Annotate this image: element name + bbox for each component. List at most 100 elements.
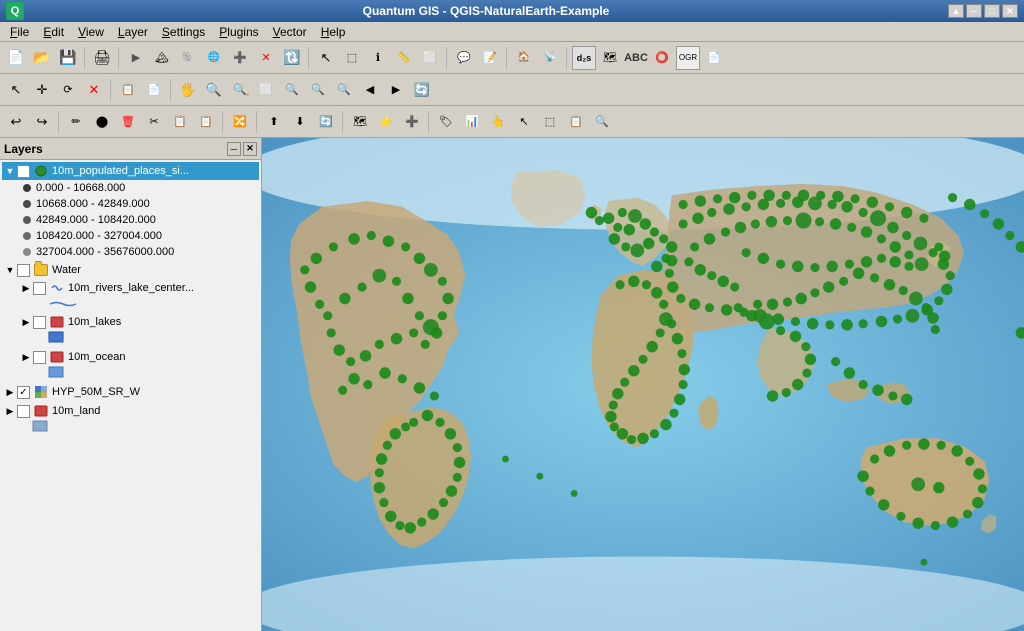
checkbox-lakes[interactable]	[33, 316, 46, 329]
maximize-button[interactable]: □	[984, 4, 1000, 18]
annotation-button[interactable]: 📝	[478, 46, 502, 70]
menu-plugins[interactable]: Plugins	[213, 23, 264, 41]
layer-item-ocean[interactable]: ▶ 10m_ocean	[18, 348, 259, 366]
menu-vector[interactable]: Vector	[267, 23, 313, 41]
layer-item-water[interactable]: ▼ Water	[2, 261, 259, 279]
add-bookmark-button[interactable]: ➕	[400, 110, 424, 134]
window-controls[interactable]: ▲ ─ □ ✕	[948, 4, 1018, 18]
layer-item-populated-places[interactable]: ▼ ✓ 10m_populated_places_si...	[2, 162, 259, 180]
osm-button[interactable]: 🏠	[512, 46, 536, 70]
ogr-button[interactable]: OGR	[676, 46, 700, 70]
expand-icon-land[interactable]: ▶	[4, 405, 16, 417]
delete-selected[interactable]: 🗑	[116, 110, 140, 134]
checkbox-water[interactable]	[17, 264, 30, 277]
redo-button[interactable]: ↪	[30, 110, 54, 134]
zoom-box-tool[interactable]: ⬜	[254, 78, 278, 102]
close-button[interactable]: ✕	[1002, 4, 1018, 18]
layers-minimize-button[interactable]: ─	[227, 142, 241, 156]
measure-button[interactable]: 📏	[392, 46, 416, 70]
atlas-button[interactable]: 🗺	[348, 110, 372, 134]
distance-button[interactable]: d₂s	[572, 46, 596, 70]
refresh-button[interactable]: 🔃	[280, 46, 304, 70]
add-ring[interactable]: ⬆	[262, 110, 286, 134]
expand-icon-water[interactable]: ▼	[4, 264, 16, 276]
menu-layer[interactable]: Layer	[112, 23, 154, 41]
gps-button[interactable]: 📡	[538, 46, 562, 70]
snap-button[interactable]: 🔀	[228, 110, 252, 134]
new-project-button[interactable]: 📄	[4, 46, 28, 70]
remove-layer-button[interactable]: ✕	[254, 46, 278, 70]
checkbox-land[interactable]	[17, 405, 30, 418]
query-button[interactable]: 🔍	[590, 110, 614, 134]
dxf-button[interactable]: 📄	[702, 46, 726, 70]
diagram-button[interactable]: ⭕	[650, 46, 674, 70]
arrow-tool[interactable]: ↖	[4, 78, 28, 102]
layer-item-hyp[interactable]: ▶ ✓ HYP_50M_SR_W	[2, 383, 259, 401]
open-table[interactable]: 📋	[564, 110, 588, 134]
identify-button[interactable]: ℹ	[366, 46, 390, 70]
layer-item-lakes[interactable]: ▶ 10m_lakes	[18, 313, 259, 331]
select-button[interactable]: ↖	[314, 46, 338, 70]
expand-icon-rivers[interactable]: ▶	[20, 282, 32, 294]
save-project-button[interactable]: 💾	[56, 46, 80, 70]
menu-edit[interactable]: Edit	[37, 23, 70, 41]
reshape[interactable]: 🔄	[314, 110, 338, 134]
open-project-button[interactable]: 📂	[30, 46, 54, 70]
zoom-out-tool[interactable]: 🔍-	[228, 78, 252, 102]
add-postgis-button[interactable]: 🐘	[176, 46, 200, 70]
zoom-full-tool[interactable]: 🔍	[332, 78, 356, 102]
print-button[interactable]: 🖨	[90, 46, 114, 70]
select-features[interactable]: ↖	[512, 110, 536, 134]
layer-item-land[interactable]: ▶ 10m_land	[2, 402, 259, 420]
measure-area-button[interactable]: ⬜	[418, 46, 442, 70]
layer-item-rivers[interactable]: ▶ 10m_rivers_lake_center...	[18, 279, 259, 297]
hand-tool[interactable]: 🖐	[176, 78, 200, 102]
copy-tool[interactable]: 📋	[116, 78, 140, 102]
checkbox-rivers[interactable]	[33, 282, 46, 295]
delete-ring[interactable]: ⬇	[288, 110, 312, 134]
copy-features[interactable]: 📋	[168, 110, 192, 134]
pan-tool[interactable]: ✛	[30, 78, 54, 102]
add-raster-button[interactable]: 🏔	[150, 46, 174, 70]
zoom-in-tool[interactable]: 🔍	[202, 78, 226, 102]
map-tips-button[interactable]: 💬	[452, 46, 476, 70]
checkbox-ocean[interactable]	[33, 351, 46, 364]
layers-close-button[interactable]: ✕	[243, 142, 257, 156]
label-button[interactable]: ABC	[624, 46, 648, 70]
zoom-layer-tool[interactable]: 🔍	[306, 78, 330, 102]
add-vector-button[interactable]: ▶	[124, 46, 148, 70]
deselect-button[interactable]: ⬚	[340, 46, 364, 70]
pan-fwd-tool[interactable]: ▶	[384, 78, 408, 102]
expand-icon-hyp[interactable]: ▶	[4, 386, 16, 398]
expand-icon-populated[interactable]: ▼	[4, 165, 16, 177]
undo-button[interactable]: ↩	[4, 110, 28, 134]
menu-file[interactable]: File	[4, 23, 35, 41]
menu-view[interactable]: View	[72, 23, 110, 41]
georef-button[interactable]: 🗺	[598, 46, 622, 70]
identify-features[interactable]: 👆	[486, 110, 510, 134]
rotate-tool[interactable]: ⟳	[56, 78, 80, 102]
refresh-map-tool[interactable]: 🔄	[410, 78, 434, 102]
paste-tool[interactable]: 📄	[142, 78, 166, 102]
deselect-all[interactable]: ⬚	[538, 110, 562, 134]
digitize-button[interactable]: ✏	[64, 110, 88, 134]
paste-features[interactable]: 📋	[194, 110, 218, 134]
checkbox-hyp[interactable]: ✓	[17, 386, 30, 399]
zoom-native-tool[interactable]: 🔍	[280, 78, 304, 102]
stats-button[interactable]: 📊	[460, 110, 484, 134]
bookmark-button[interactable]: ⭐	[374, 110, 398, 134]
cancel-tool[interactable]: ✕	[82, 78, 106, 102]
menu-help[interactable]: Help	[315, 23, 352, 41]
minimize-button[interactable]: ▲	[948, 4, 964, 18]
expand-icon-ocean[interactable]: ▶	[20, 351, 32, 363]
add-layer-button[interactable]: ➕	[228, 46, 252, 70]
node-tool[interactable]: ⬤	[90, 110, 114, 134]
restore-button[interactable]: ─	[966, 4, 982, 18]
checkbox-populated[interactable]: ✓	[17, 165, 30, 178]
labeling-button[interactable]: 🏷	[434, 110, 458, 134]
menu-settings[interactable]: Settings	[156, 23, 211, 41]
pan-back-tool[interactable]: ◀	[358, 78, 382, 102]
cut-features[interactable]: ✂	[142, 110, 166, 134]
expand-icon-lakes[interactable]: ▶	[20, 316, 32, 328]
map-area[interactable]	[262, 138, 1024, 631]
